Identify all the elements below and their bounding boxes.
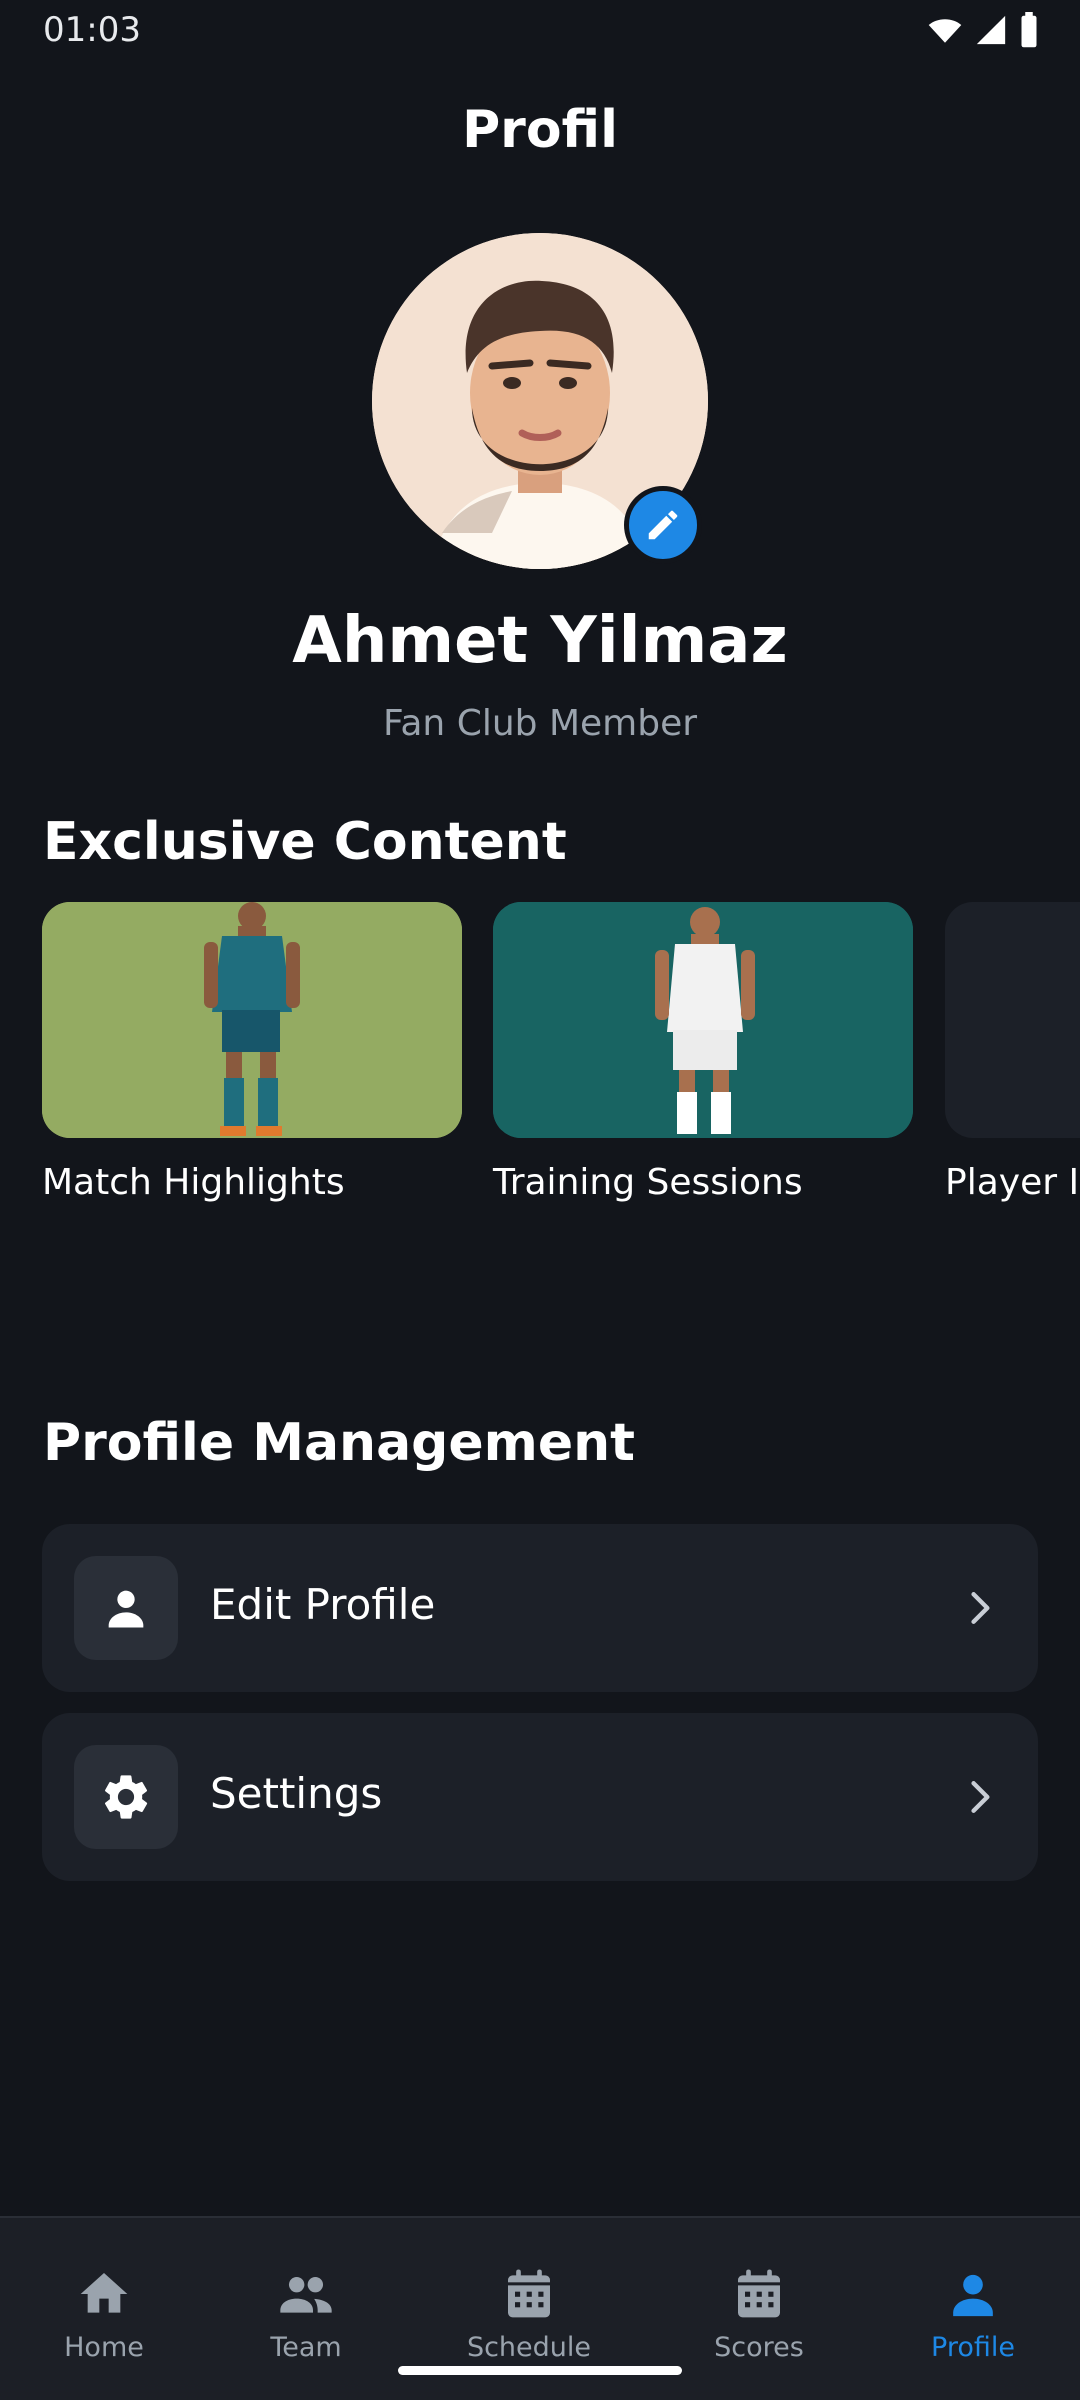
chevron-right-icon — [971, 1592, 990, 1624]
status-icons — [926, 12, 1040, 48]
content-card-match-highlights[interactable]: Match Highlights — [42, 902, 462, 1203]
person-icon — [108, 1590, 144, 1628]
edit-avatar-button[interactable] — [624, 486, 702, 564]
nav-label: Home — [64, 2332, 144, 2363]
edit-profile-button[interactable]: Edit Profile — [42, 1524, 1038, 1692]
menu-icon-box — [74, 1745, 178, 1849]
card-label: Training Sessions — [493, 1162, 803, 1203]
card-label: Match Highlights — [42, 1162, 345, 1203]
nav-label: Team — [270, 2332, 342, 2363]
signal-icon — [976, 15, 1006, 45]
nav-scores[interactable]: Scores — [699, 2218, 819, 2400]
wifi-icon — [928, 19, 962, 43]
person-icon — [953, 2274, 993, 2317]
home-indicator — [398, 2366, 682, 2375]
menu-label: Settings — [210, 1769, 383, 1818]
menu-icon-box — [74, 1556, 178, 1660]
nav-label: Schedule — [466, 2332, 592, 2363]
chevron-right-icon — [971, 1781, 990, 1813]
gear-icon — [105, 1775, 148, 1819]
status-bar: 01:03 — [0, 0, 1080, 64]
pencil-icon — [648, 510, 678, 540]
status-time: 01:03 — [43, 10, 141, 50]
nav-team[interactable]: Team — [246, 2218, 366, 2400]
calendar-icon — [738, 2269, 780, 2318]
content-card-player[interactable]: Player I — [945, 902, 1080, 1203]
battery-icon — [1021, 12, 1037, 48]
page-title: Profil — [462, 100, 618, 160]
user-role: Fan Club Member — [382, 703, 698, 744]
player-image — [42, 902, 462, 1138]
nav-label: Scores — [714, 2332, 804, 2363]
team-icon — [280, 2276, 332, 2313]
card-thumbnail — [42, 902, 462, 1138]
user-name: Ahmet Yilmaz — [292, 604, 788, 678]
nav-home[interactable]: Home — [44, 2218, 164, 2400]
avatar-container — [372, 233, 708, 569]
settings-button[interactable]: Settings — [42, 1713, 1038, 1881]
content-card-training-sessions[interactable]: Training Sessions — [493, 902, 913, 1203]
card-thumbnail — [493, 902, 913, 1138]
section-title-profile-management: Profile Management — [43, 1413, 635, 1473]
card-thumbnail — [945, 902, 1080, 1138]
card-label: Player I — [945, 1162, 1080, 1203]
nav-label: Profile — [931, 2332, 1015, 2363]
calendar-icon — [508, 2269, 550, 2318]
nav-profile[interactable]: Profile — [913, 2218, 1033, 2400]
section-title-exclusive: Exclusive Content — [43, 812, 567, 872]
menu-label: Edit Profile — [210, 1580, 436, 1629]
home-icon — [80, 2273, 128, 2313]
player-image — [493, 902, 913, 1138]
exclusive-carousel[interactable]: Match Highlights Training Sessions Playe… — [0, 902, 1080, 1222]
